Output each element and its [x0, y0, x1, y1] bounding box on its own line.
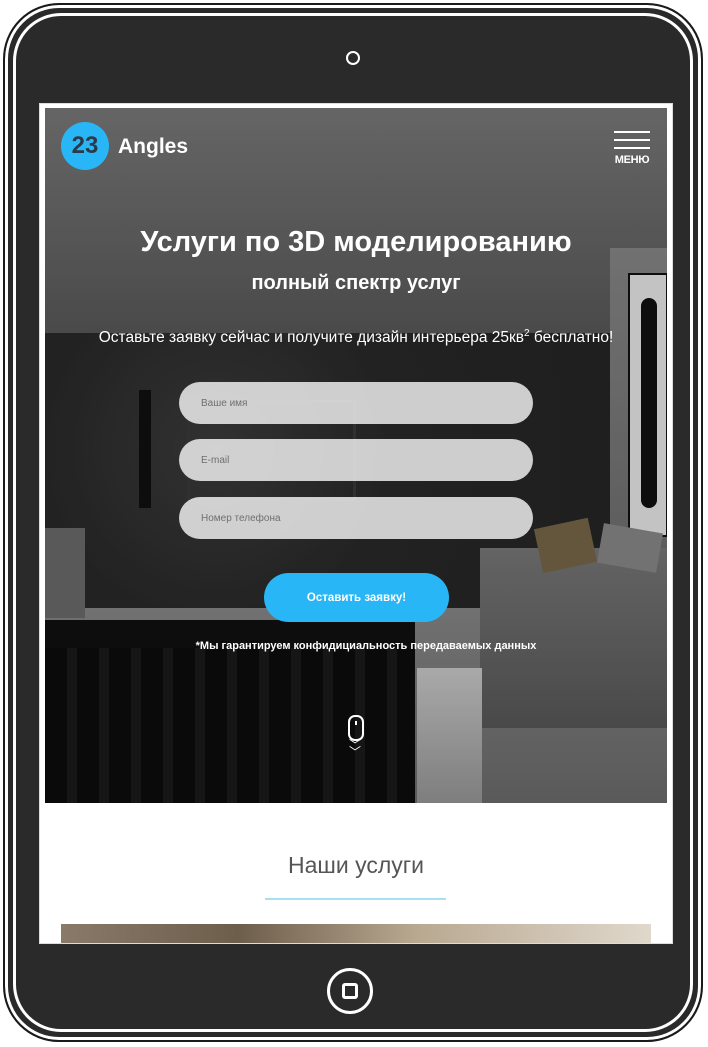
services-title: Наши услуги — [288, 852, 424, 878]
submit-button[interactable]: Оставить заявку! — [264, 573, 449, 622]
hamburger-icon — [614, 139, 650, 141]
hamburger-icon — [614, 147, 650, 149]
camera-icon — [346, 51, 360, 65]
home-square-icon — [342, 983, 358, 999]
phone-input[interactable] — [179, 497, 533, 539]
menu-button[interactable]: МЕНЮ — [612, 131, 652, 171]
email-input[interactable] — [179, 439, 533, 481]
hero-title: Услуги по 3D моделированию — [140, 226, 572, 258]
privacy-note: *Мы гарантируем конфидициальность переда… — [195, 640, 537, 652]
menu-label: МЕНЮ — [614, 154, 650, 166]
chevron-down-icon: ﹀ — [349, 745, 362, 759]
screen: 23 Angles МЕНЮ Услуги по 3D моделировани… — [39, 103, 673, 944]
logo-text[interactable]: Angles — [118, 135, 188, 159]
service-image[interactable] — [61, 924, 651, 943]
mouse-wheel-icon — [355, 721, 357, 725]
home-button[interactable] — [327, 968, 373, 1014]
logo-badge[interactable]: 23 — [61, 122, 109, 170]
offer-text: Оставьте заявку сейчас и получите дизайн… — [98, 329, 525, 347]
hero-offer: Оставьте заявку сейчас и получите дизайн… — [45, 328, 667, 347]
hero-subtitle: полный спектр услуг — [251, 272, 461, 294]
name-input[interactable] — [179, 382, 533, 424]
offer-tail: бесплатно! — [529, 329, 614, 347]
services-divider — [265, 898, 446, 900]
hero-section: 23 Angles МЕНЮ Услуги по 3D моделировани… — [45, 108, 667, 803]
hamburger-icon — [614, 131, 650, 133]
